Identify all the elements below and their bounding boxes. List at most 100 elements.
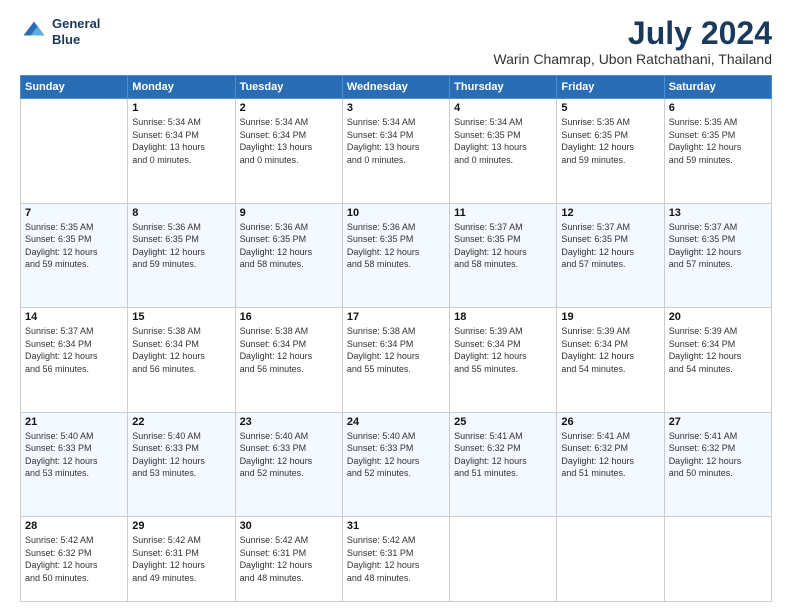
calendar-cell: 17 Sunrise: 5:38 AM Sunset: 6:34 PM Dayli… <box>342 308 449 413</box>
calendar-cell: 13 Sunrise: 5:37 AM Sunset: 6:35 PM Dayli… <box>664 203 771 308</box>
calendar-cell: 21 Sunrise: 5:40 AM Sunset: 6:33 PM Dayli… <box>21 412 128 517</box>
calendar-cell: 10 Sunrise: 5:36 AM Sunset: 6:35 PM Dayli… <box>342 203 449 308</box>
calendar-cell: 25Sunrise: 5:41 AM Sunset: 6:32 PM Dayli… <box>450 412 557 517</box>
day-number: 5 <box>561 102 659 114</box>
day-number: 22 <box>132 416 230 428</box>
logo-icon <box>20 18 48 46</box>
header: General Blue July 2024 Warin Chamrap, Ub… <box>20 16 772 67</box>
day-number: 11 <box>454 207 552 219</box>
day-info: Sunrise: 5:42 AM Sunset: 6:32 PM Dayligh… <box>25 534 123 584</box>
logo: General Blue <box>20 16 100 47</box>
day-info: Sunrise: 5:37 AM Sunset: 6:34 PM Dayligh… <box>25 325 123 375</box>
day-info: Sunrise: 5:41 AM Sunset: 6:32 PM Dayligh… <box>669 430 767 480</box>
column-header-friday: Friday <box>557 76 664 99</box>
day-number: 21 <box>25 416 123 428</box>
day-number: 12 <box>561 207 659 219</box>
day-info: Sunrise: 5:38 AM Sunset: 6:34 PM Dayligh… <box>132 325 230 375</box>
day-info: Sunrise: 5:37 AM Sunset: 6:35 PM Dayligh… <box>669 221 767 271</box>
day-info: Sunrise: 5:42 AM Sunset: 6:31 PM Dayligh… <box>132 534 230 584</box>
day-info: Sunrise: 5:38 AM Sunset: 6:34 PM Dayligh… <box>347 325 445 375</box>
day-number: 9 <box>240 207 338 219</box>
day-number: 31 <box>347 520 445 532</box>
calendar-cell <box>21 99 128 204</box>
day-info: Sunrise: 5:35 AM Sunset: 6:35 PM Dayligh… <box>25 221 123 271</box>
day-number: 30 <box>240 520 338 532</box>
day-info: Sunrise: 5:34 AM Sunset: 6:34 PM Dayligh… <box>240 116 338 166</box>
calendar-cell: 3Sunrise: 5:34 AM Sunset: 6:34 PM Daylig… <box>342 99 449 204</box>
main-title: July 2024 <box>493 16 772 51</box>
calendar-cell: 23 Sunrise: 5:40 AM Sunset: 6:33 PM Dayli… <box>235 412 342 517</box>
calendar-cell: 12 Sunrise: 5:37 AM Sunset: 6:35 PM Dayli… <box>557 203 664 308</box>
calendar-cell: 30 Sunrise: 5:42 AM Sunset: 6:31 PM Dayli… <box>235 517 342 602</box>
day-number: 7 <box>25 207 123 219</box>
day-number: 23 <box>240 416 338 428</box>
calendar-cell: 15Sunrise: 5:38 AM Sunset: 6:34 PM Dayli… <box>128 308 235 413</box>
calendar-cell: 24Sunrise: 5:40 AM Sunset: 6:33 PM Dayli… <box>342 412 449 517</box>
day-number: 4 <box>454 102 552 114</box>
day-number: 1 <box>132 102 230 114</box>
calendar-cell: 2Sunrise: 5:34 AM Sunset: 6:34 PM Daylig… <box>235 99 342 204</box>
calendar-cell <box>450 517 557 602</box>
calendar-cell: 18Sunrise: 5:39 AM Sunset: 6:34 PM Dayli… <box>450 308 557 413</box>
day-info: Sunrise: 5:40 AM Sunset: 6:33 PM Dayligh… <box>25 430 123 480</box>
calendar-cell: 26 Sunrise: 5:41 AM Sunset: 6:32 PM Dayli… <box>557 412 664 517</box>
day-info: Sunrise: 5:40 AM Sunset: 6:33 PM Dayligh… <box>132 430 230 480</box>
calendar-cell: 14Sunrise: 5:37 AM Sunset: 6:34 PM Dayli… <box>21 308 128 413</box>
calendar-cell: 29 Sunrise: 5:42 AM Sunset: 6:31 PM Dayli… <box>128 517 235 602</box>
day-info: Sunrise: 5:40 AM Sunset: 6:33 PM Dayligh… <box>347 430 445 480</box>
day-info: Sunrise: 5:41 AM Sunset: 6:32 PM Dayligh… <box>561 430 659 480</box>
calendar-cell: 1 Sunrise: 5:34 AM Sunset: 6:34 PM Daylig… <box>128 99 235 204</box>
day-info: Sunrise: 5:42 AM Sunset: 6:31 PM Dayligh… <box>347 534 445 584</box>
column-header-sunday: Sunday <box>21 76 128 99</box>
day-info: Sunrise: 5:39 AM Sunset: 6:34 PM Dayligh… <box>669 325 767 375</box>
day-number: 8 <box>132 207 230 219</box>
day-number: 19 <box>561 311 659 323</box>
subtitle: Warin Chamrap, Ubon Ratchathani, Thailan… <box>493 51 772 67</box>
column-header-monday: Monday <box>128 76 235 99</box>
calendar-week-row: 7 Sunrise: 5:35 AM Sunset: 6:35 PM Daylig… <box>21 203 772 308</box>
day-number: 17 <box>347 311 445 323</box>
column-header-tuesday: Tuesday <box>235 76 342 99</box>
page: General Blue July 2024 Warin Chamrap, Ub… <box>0 0 792 612</box>
day-number: 25 <box>454 416 552 428</box>
day-info: Sunrise: 5:36 AM Sunset: 6:35 PM Dayligh… <box>132 221 230 271</box>
calendar-table: SundayMondayTuesdayWednesdayThursdayFrid… <box>20 75 772 602</box>
column-header-wednesday: Wednesday <box>342 76 449 99</box>
column-header-thursday: Thursday <box>450 76 557 99</box>
day-number: 26 <box>561 416 659 428</box>
calendar-cell: 4Sunrise: 5:34 AM Sunset: 6:35 PM Daylig… <box>450 99 557 204</box>
day-number: 16 <box>240 311 338 323</box>
day-number: 13 <box>669 207 767 219</box>
day-info: Sunrise: 5:39 AM Sunset: 6:34 PM Dayligh… <box>454 325 552 375</box>
calendar-cell: 9 Sunrise: 5:36 AM Sunset: 6:35 PM Daylig… <box>235 203 342 308</box>
column-header-saturday: Saturday <box>664 76 771 99</box>
day-info: Sunrise: 5:37 AM Sunset: 6:35 PM Dayligh… <box>561 221 659 271</box>
day-info: Sunrise: 5:36 AM Sunset: 6:35 PM Dayligh… <box>240 221 338 271</box>
day-info: Sunrise: 5:39 AM Sunset: 6:34 PM Dayligh… <box>561 325 659 375</box>
calendar-week-row: 28 Sunrise: 5:42 AM Sunset: 6:32 PM Dayli… <box>21 517 772 602</box>
day-info: Sunrise: 5:34 AM Sunset: 6:34 PM Dayligh… <box>132 116 230 166</box>
calendar-cell: 5Sunrise: 5:35 AM Sunset: 6:35 PM Daylig… <box>557 99 664 204</box>
day-info: Sunrise: 5:35 AM Sunset: 6:35 PM Dayligh… <box>669 116 767 166</box>
day-info: Sunrise: 5:42 AM Sunset: 6:31 PM Dayligh… <box>240 534 338 584</box>
day-info: Sunrise: 5:40 AM Sunset: 6:33 PM Dayligh… <box>240 430 338 480</box>
calendar-week-row: 21 Sunrise: 5:40 AM Sunset: 6:33 PM Dayli… <box>21 412 772 517</box>
calendar-cell: 19 Sunrise: 5:39 AM Sunset: 6:34 PM Dayli… <box>557 308 664 413</box>
title-block: July 2024 Warin Chamrap, Ubon Ratchathan… <box>493 16 772 67</box>
day-number: 28 <box>25 520 123 532</box>
day-number: 6 <box>669 102 767 114</box>
calendar-cell: 27 Sunrise: 5:41 AM Sunset: 6:32 PM Dayli… <box>664 412 771 517</box>
day-number: 10 <box>347 207 445 219</box>
calendar-header-row: SundayMondayTuesdayWednesdayThursdayFrid… <box>21 76 772 99</box>
calendar-cell: 20Sunrise: 5:39 AM Sunset: 6:34 PM Dayli… <box>664 308 771 413</box>
calendar-cell: 11 Sunrise: 5:37 AM Sunset: 6:35 PM Dayli… <box>450 203 557 308</box>
calendar-cell <box>557 517 664 602</box>
day-number: 27 <box>669 416 767 428</box>
day-info: Sunrise: 5:37 AM Sunset: 6:35 PM Dayligh… <box>454 221 552 271</box>
day-info: Sunrise: 5:38 AM Sunset: 6:34 PM Dayligh… <box>240 325 338 375</box>
day-number: 29 <box>132 520 230 532</box>
day-number: 3 <box>347 102 445 114</box>
day-info: Sunrise: 5:36 AM Sunset: 6:35 PM Dayligh… <box>347 221 445 271</box>
calendar-cell: 31 Sunrise: 5:42 AM Sunset: 6:31 PM Dayli… <box>342 517 449 602</box>
calendar-week-row: 14Sunrise: 5:37 AM Sunset: 6:34 PM Dayli… <box>21 308 772 413</box>
